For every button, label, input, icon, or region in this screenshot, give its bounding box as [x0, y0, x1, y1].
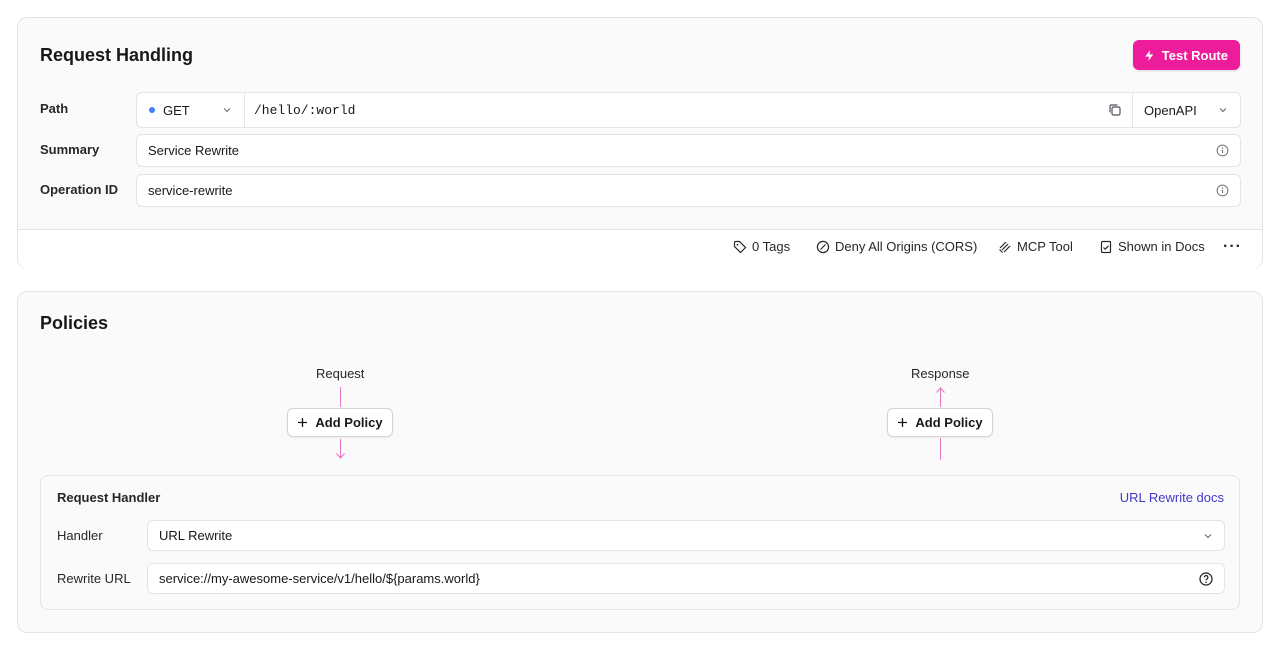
method-value: GET — [163, 102, 190, 118]
openapi-select[interactable]: OpenAPI — [1132, 93, 1240, 127]
path-input[interactable]: /hello/:world — [245, 93, 1108, 127]
rewrite-url-input[interactable]: service://my-awesome-service/v1/hello/${… — [147, 563, 1225, 594]
request-handling-title: Request Handling — [40, 45, 194, 65]
arrow-down-icon — [335, 438, 346, 460]
mcp-icon — [998, 240, 1012, 254]
operation-id-label: Operation ID — [40, 182, 119, 197]
plus-icon — [897, 417, 908, 428]
chevron-down-icon — [222, 105, 232, 115]
chevron-down-icon — [1218, 105, 1228, 115]
arrow-up-icon — [935, 387, 946, 408]
method-dot — [149, 107, 155, 113]
lightning-icon — [1143, 49, 1156, 62]
summary-input[interactable]: Service Rewrite — [136, 134, 1241, 167]
cors-button[interactable]: Deny All Origins (CORS) — [816, 239, 977, 254]
handler-label: Handler — [57, 528, 103, 543]
openapi-label: OpenAPI — [1144, 102, 1197, 118]
tag-icon — [733, 240, 747, 254]
method-select[interactable]: GET — [137, 93, 245, 127]
info-icon[interactable] — [1216, 144, 1229, 157]
rewrite-url-label: Rewrite URL — [57, 571, 131, 586]
more-options-icon[interactable]: ··· — [1223, 238, 1242, 256]
shown-in-docs-label: Shown in Docs — [1118, 239, 1205, 254]
operation-id-input[interactable]: service-rewrite — [136, 174, 1241, 207]
request-handler-panel: Request Handler URL Rewrite docs Handler… — [40, 475, 1240, 610]
handler-select[interactable]: URL Rewrite — [147, 520, 1225, 551]
request-handling-card: Request Handling Test Route Path GET /he… — [17, 17, 1263, 269]
chevron-down-icon — [1203, 531, 1213, 541]
add-policy-label: Add Policy — [315, 415, 383, 430]
info-icon[interactable] — [1216, 184, 1229, 197]
help-icon[interactable] — [1199, 571, 1213, 586]
shown-in-docs-button[interactable]: Shown in Docs — [1099, 239, 1205, 254]
mcp-tool-button[interactable]: MCP Tool — [998, 239, 1073, 254]
request-handler-title: Request Handler — [57, 490, 161, 505]
path-value: /hello/:world — [254, 102, 356, 118]
response-flow-label: Response — [911, 366, 970, 381]
plus-icon — [297, 417, 308, 428]
copy-icon[interactable] — [1108, 103, 1122, 117]
request-flow-line-top — [340, 387, 341, 407]
route-footer-bar: 0 Tags Deny All Origins (CORS) MCP Tool … — [18, 230, 1262, 269]
cors-label: Deny All Origins (CORS) — [835, 239, 978, 254]
add-response-policy-button[interactable]: Add Policy — [887, 408, 993, 437]
path-label: Path — [40, 101, 69, 116]
policies-card: Policies Request Add Policy Response Add… — [17, 291, 1263, 633]
tags-label: 0 Tags — [752, 239, 791, 254]
path-row: GET /hello/:world OpenAPI — [136, 92, 1241, 128]
test-route-button[interactable]: Test Route — [1132, 40, 1240, 70]
handler-value: URL Rewrite — [159, 528, 233, 543]
policies-title: Policies — [40, 313, 109, 333]
operation-id-value: service-rewrite — [148, 183, 233, 198]
test-route-label: Test Route — [1161, 47, 1228, 63]
request-flow-label: Request — [316, 366, 365, 381]
ban-icon — [816, 240, 830, 254]
summary-value: Service Rewrite — [148, 143, 240, 158]
summary-label: Summary — [40, 142, 100, 157]
url-rewrite-docs-link[interactable]: URL Rewrite docs — [1120, 490, 1224, 505]
tags-button[interactable]: 0 Tags — [733, 239, 790, 254]
add-policy-label: Add Policy — [915, 415, 983, 430]
response-flow-line-bottom — [940, 438, 941, 460]
mcp-tool-label: MCP Tool — [1017, 239, 1073, 254]
rewrite-url-value: service://my-awesome-service/v1/hello/${… — [159, 571, 480, 586]
add-request-policy-button[interactable]: Add Policy — [287, 408, 393, 437]
document-check-icon — [1099, 240, 1113, 254]
